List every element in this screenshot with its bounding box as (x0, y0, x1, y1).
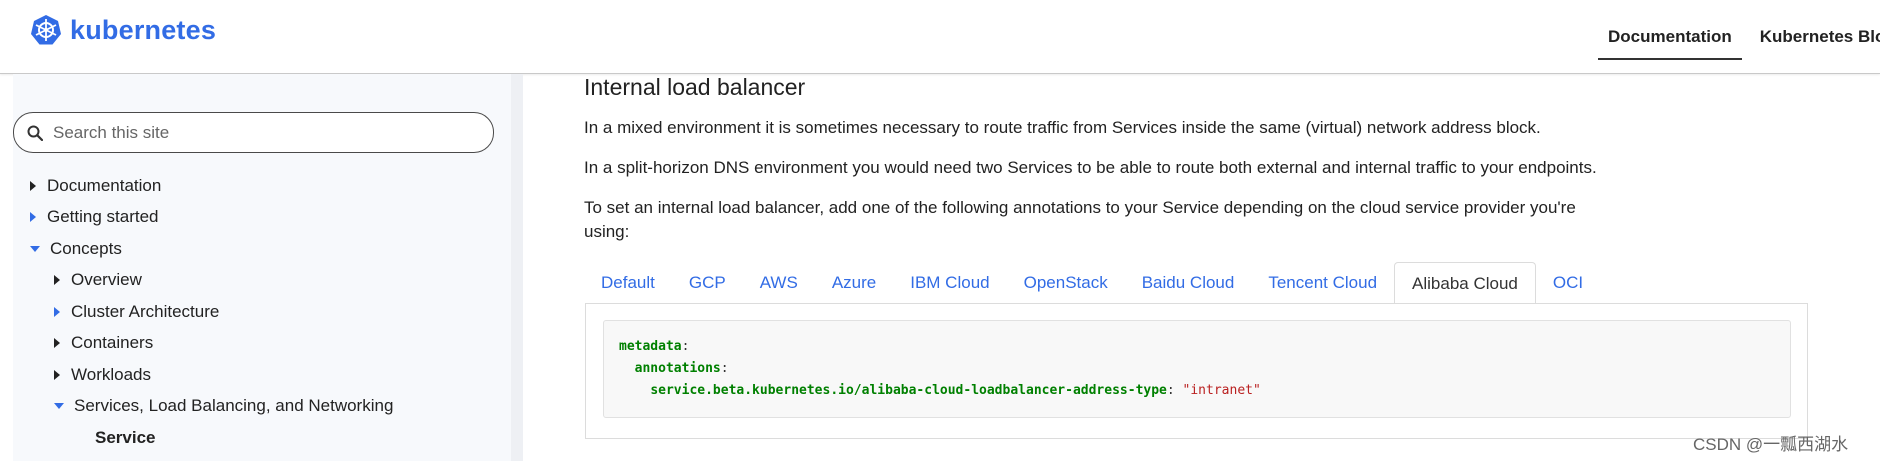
section-heading: Internal load balancer (584, 74, 806, 100)
tree-item-label: Containers (71, 333, 154, 353)
caret-down-icon (54, 403, 64, 410)
tree-item-overview[interactable]: Overview (13, 265, 493, 297)
paragraph: To set an internal load balancer, add on… (584, 198, 1576, 241)
yaml-key: metadata (619, 339, 682, 354)
tree-item-label: Service (95, 427, 156, 447)
yaml-key: service.beta.kubernetes.io/alibaba-cloud… (650, 383, 1167, 398)
caret-right-icon (54, 338, 60, 349)
tab-aws[interactable]: AWS (743, 262, 815, 304)
tab-azure[interactable]: Azure (815, 262, 893, 304)
caret-down-icon (30, 245, 40, 252)
tree-item-label: Documentation (47, 175, 162, 195)
search-input[interactable] (51, 121, 455, 144)
caret-right-icon (30, 212, 36, 223)
tree-item-label: Cluster Architecture (71, 301, 220, 321)
docs-tree: Documentation Getting started Concepts O… (13, 170, 493, 454)
sidebar: Documentation Getting started Concepts O… (13, 74, 523, 461)
search-box[interactable] (13, 112, 494, 153)
tab-panel: metadata: annotations: service.beta.kube… (585, 303, 1808, 439)
csdn-watermark: CSDN @一瓢西湖水 (1693, 435, 1849, 454)
provider-tabs: Default GCP AWS Azure IBM Cloud OpenStac… (584, 262, 1810, 304)
tree-item-cluster-architecture[interactable]: Cluster Architecture (13, 296, 493, 328)
tab-oci[interactable]: OCI (1536, 262, 1600, 304)
code-block: metadata: annotations: service.beta.kube… (603, 320, 1791, 418)
tab-alibaba-cloud[interactable]: Alibaba Cloud (1394, 262, 1536, 304)
tree-item-label: Services, Load Balancing, and Networking (74, 396, 394, 416)
top-navbar: kubernetes Documentation Kubernetes Blog (0, 0, 1880, 74)
kubernetes-helm-icon (31, 15, 61, 45)
yaml-key: annotations (634, 361, 721, 376)
tree-item-concepts[interactable]: Concepts (13, 233, 493, 265)
code-line: metadata: (619, 339, 690, 354)
tree-item-getting-started[interactable]: Getting started (13, 202, 493, 234)
tree-item-workloads[interactable]: Workloads (13, 359, 493, 391)
caret-right-icon (54, 369, 60, 380)
tree-item-services-networking[interactable]: Services, Load Balancing, and Networking (13, 391, 493, 423)
tab-tencent-cloud[interactable]: Tencent Cloud (1251, 262, 1394, 304)
caret-right-icon (54, 275, 60, 286)
tree-item-containers[interactable]: Containers (13, 328, 493, 360)
paragraph: In a mixed environment it is sometimes n… (584, 118, 1541, 137)
tree-item-label: Workloads (71, 364, 151, 384)
top-nav: Documentation Kubernetes Blog (1598, 27, 1880, 60)
nav-documentation[interactable]: Documentation (1598, 27, 1742, 60)
tree-item-label: Overview (71, 270, 142, 290)
code-line: annotations: (634, 361, 729, 376)
tree-item-label: Getting started (47, 207, 159, 227)
tab-openstack[interactable]: OpenStack (1007, 262, 1125, 304)
logo-text: kubernetes (70, 14, 217, 45)
tree-item-service[interactable]: Service (13, 422, 493, 454)
search-icon (27, 125, 43, 141)
code-line: service.beta.kubernetes.io/alibaba-cloud… (650, 383, 1261, 398)
paragraph: In a split-horizon DNS environment you w… (584, 158, 1597, 177)
tab-default[interactable]: Default (584, 262, 672, 304)
tab-baidu-cloud[interactable]: Baidu Cloud (1125, 262, 1252, 304)
tab-gcp[interactable]: GCP (672, 262, 743, 304)
nav-kubernetes-blog[interactable]: Kubernetes Blog (1760, 27, 1880, 60)
yaml-string: "intranet" (1182, 383, 1261, 398)
tree-item-documentation[interactable]: Documentation (13, 170, 493, 202)
kubernetes-logo[interactable]: kubernetes (30, 14, 216, 46)
tree-item-label: Concepts (50, 238, 122, 258)
tab-ibm-cloud[interactable]: IBM Cloud (893, 262, 1006, 304)
caret-right-icon (54, 306, 60, 317)
caret-right-icon (30, 180, 36, 191)
